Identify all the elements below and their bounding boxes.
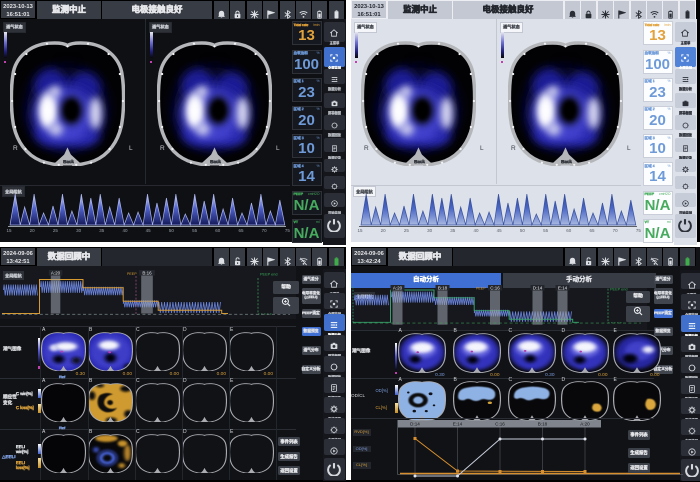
svg-text:B:18: B:18 bbox=[538, 422, 548, 427]
svg-text:A:20: A:20 bbox=[580, 422, 590, 427]
svg-text:PEEP end: PEEP end bbox=[260, 273, 277, 277]
svg-text:A:20: A:20 bbox=[393, 286, 403, 291]
svg-text:D:14: D:14 bbox=[533, 286, 543, 291]
svg-text:D:14: D:14 bbox=[410, 422, 420, 427]
svg-text:E:14: E:14 bbox=[453, 422, 463, 427]
svg-text:E:14: E:14 bbox=[558, 286, 568, 291]
svg-text:B:16: B:16 bbox=[142, 271, 152, 276]
svg-text:PEEP end: PEEP end bbox=[610, 288, 627, 292]
svg-text:C:16: C:16 bbox=[495, 422, 505, 427]
svg-text:A:20: A:20 bbox=[51, 271, 61, 276]
svg-text:C:16: C:16 bbox=[490, 286, 500, 291]
svg-text:B:18: B:18 bbox=[438, 286, 448, 291]
svg-text:PEEP: PEEP bbox=[476, 287, 486, 291]
svg-text:PEEP: PEEP bbox=[127, 272, 137, 276]
